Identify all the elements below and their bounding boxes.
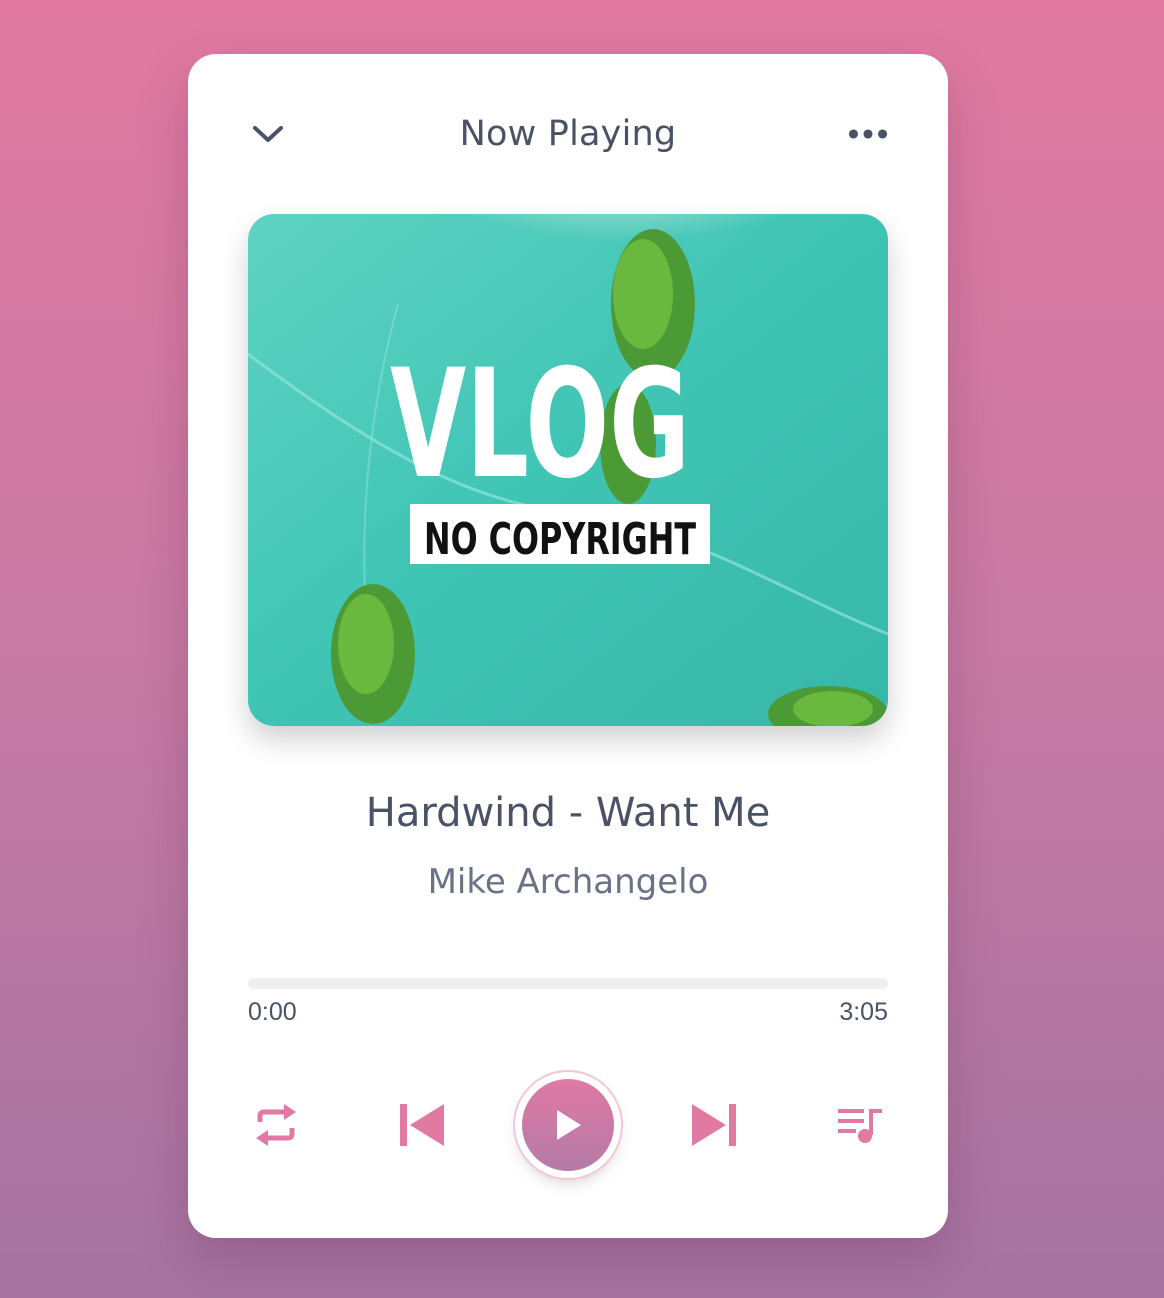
next-button[interactable] <box>690 1102 738 1148</box>
playback-controls <box>248 1070 888 1180</box>
track-artist: Mike Archangelo <box>427 862 709 902</box>
chevron-down-icon <box>253 126 283 142</box>
page-title: Now Playing <box>459 114 677 154</box>
more-options-button[interactable] <box>848 114 888 154</box>
collapse-button[interactable] <box>248 114 288 154</box>
playlist-button[interactable] <box>836 1105 884 1145</box>
skip-previous-icon <box>400 1104 444 1146</box>
player-card: Now Playing VLOG NO COPYRIGHT Hardwind -… <box>188 54 948 1238</box>
total-time: 3:05 <box>839 998 888 1026</box>
progress-bar[interactable] <box>248 978 888 989</box>
playlist-icon <box>838 1109 882 1143</box>
repeat-button[interactable] <box>254 1102 298 1148</box>
current-time: 0:00 <box>248 998 297 1026</box>
previous-button[interactable] <box>398 1102 446 1148</box>
repeat-icon <box>256 1104 296 1146</box>
play-button[interactable] <box>522 1079 614 1171</box>
player-header: Now Playing <box>248 106 888 162</box>
play-icon <box>557 1110 581 1140</box>
more-horizontal-icon <box>848 129 888 139</box>
album-art-subtitle: NO COPYRIGHT <box>424 514 696 565</box>
album-art: VLOG NO COPYRIGHT <box>248 214 888 726</box>
album-art-title: VLOG <box>390 338 690 512</box>
track-title: Hardwind - Want Me <box>365 790 771 836</box>
skip-next-icon <box>692 1104 736 1146</box>
